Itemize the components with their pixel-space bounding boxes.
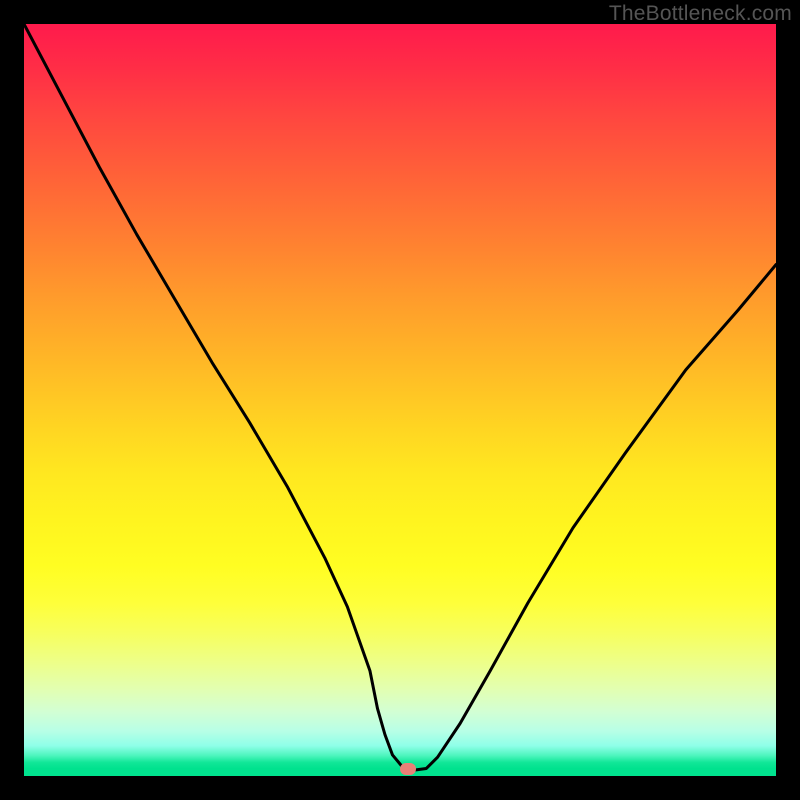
plot-area [24,24,776,776]
gradient-background [24,24,776,776]
watermark-label: TheBottleneck.com [609,2,792,26]
chart-container: TheBottleneck.com [0,0,800,800]
current-value-marker [400,763,416,775]
